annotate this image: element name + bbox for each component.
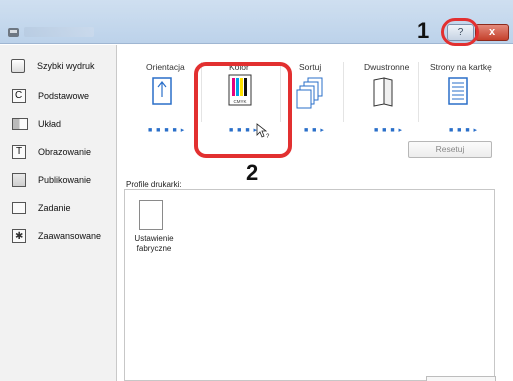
sidebar-item-label: Publikowanie — [38, 175, 92, 185]
sidebar-item-label: Układ — [38, 119, 62, 129]
pages-per-sheet-options-indicator: ■ ■ ■ ▸ — [449, 127, 479, 134]
sidebar-item-label: Podstawowe — [38, 91, 90, 101]
sidebar-item-publishing[interactable]: Publikowanie — [6, 169, 116, 191]
reset-button[interactable]: Resetuj — [408, 141, 492, 158]
tab-orientation[interactable]: Orientacja — [146, 62, 185, 72]
callout-highlight-color — [194, 62, 292, 158]
callout-number-2: 2 — [246, 160, 259, 185]
basic-icon — [12, 85, 26, 107]
callout-highlight-help — [441, 18, 479, 46]
collate-options-indicator: ■ ■ ▸ — [304, 127, 325, 134]
tab-duplex[interactable]: Dwustronne — [364, 62, 409, 72]
profiles-section-label: Profile drukarki: — [126, 180, 182, 189]
sidebar-item-label: Obrazowanie — [38, 147, 92, 157]
imaging-icon — [12, 141, 26, 163]
sidebar-item-imaging[interactable]: Obrazowanie — [6, 141, 116, 163]
pages-per-sheet-icon[interactable] — [448, 77, 468, 105]
publishing-icon — [12, 173, 26, 187]
orientation-options-indicator: ■ ■ ■ ■ ▸ — [148, 127, 186, 134]
quick-print-icon — [11, 59, 25, 73]
tab-pages-per-sheet[interactable]: Strony na kartkę — [430, 62, 492, 72]
advanced-icon — [12, 226, 26, 248]
duplex-icon[interactable] — [370, 76, 394, 108]
sidebar-item-advanced[interactable]: Zaawansowane — [6, 225, 116, 248]
duplex-options-indicator: ■ ■ ■ ▸ — [374, 127, 404, 134]
window-title — [24, 27, 94, 37]
sidebar: Szybki wydruk Podstawowe Układ Obrazowan… — [0, 45, 117, 381]
profile-action-button[interactable] — [426, 376, 496, 381]
profile-label[interactable]: Ustawienie fabryczne — [129, 234, 179, 254]
sidebar-item-label: Zadanie — [38, 203, 71, 213]
printer-app-icon — [8, 28, 19, 37]
portrait-orientation-icon[interactable] — [152, 77, 172, 105]
profile-thumbnail[interactable] — [139, 200, 163, 230]
job-icon — [12, 202, 26, 214]
help-cursor-icon: ? — [256, 123, 270, 139]
sidebar-item-quick-print[interactable]: Szybki wydruk — [5, 55, 115, 79]
close-button[interactable]: x — [475, 24, 509, 41]
sidebar-item-label: Szybki wydruk — [37, 61, 95, 71]
window-title-bar: ? x — [0, 0, 513, 44]
printer-profiles-list[interactable]: Ustawienie fabryczne — [124, 189, 495, 381]
sidebar-item-label: Zaawansowane — [38, 231, 102, 241]
callout-number-1: 1 — [417, 18, 430, 43]
divider — [343, 62, 344, 122]
tab-collate[interactable]: Sortuj — [299, 62, 321, 72]
collate-icon[interactable] — [296, 76, 326, 110]
svg-text:?: ? — [266, 134, 270, 139]
sidebar-item-job[interactable]: Zadanie — [6, 197, 116, 219]
divider — [418, 62, 419, 122]
layout-icon — [12, 118, 28, 130]
sidebar-item-layout[interactable]: Układ — [6, 113, 116, 135]
sidebar-item-basic[interactable]: Podstawowe — [6, 85, 116, 107]
